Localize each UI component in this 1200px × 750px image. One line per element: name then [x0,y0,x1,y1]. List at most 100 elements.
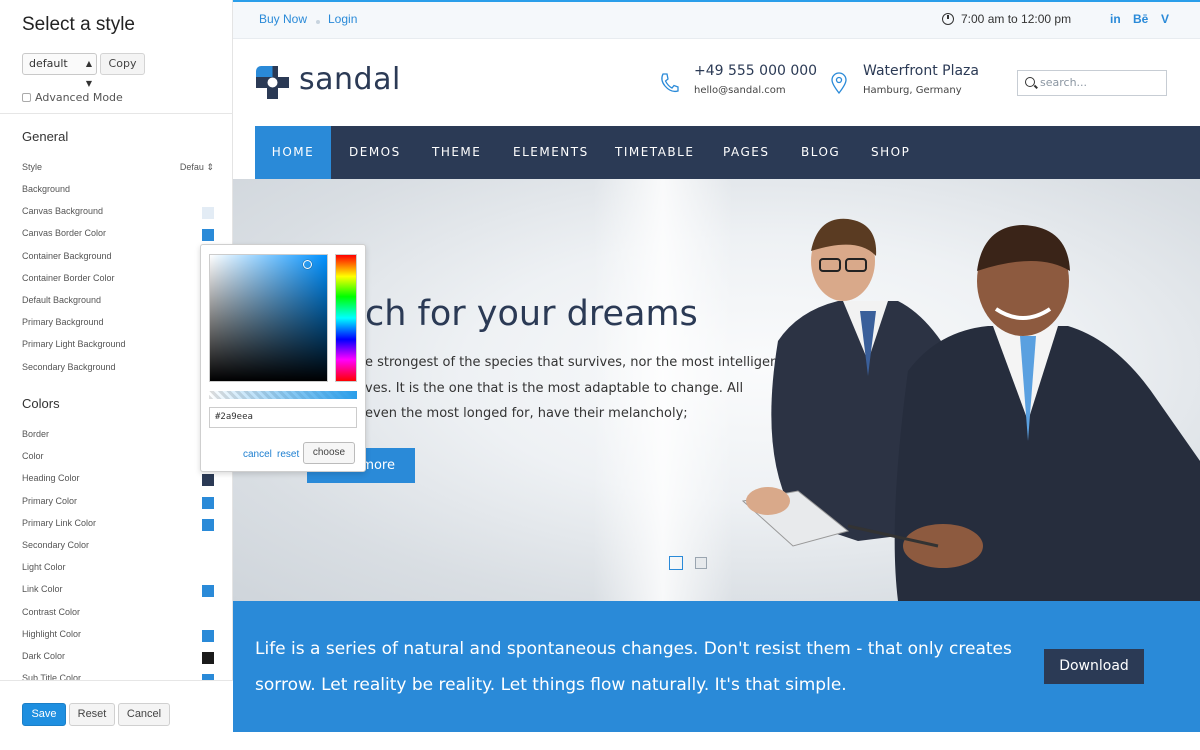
download-button[interactable]: Download [1044,649,1144,684]
colors-row[interactable]: Heading Color [22,473,214,487]
nav-item-theme[interactable]: THEME [432,126,481,179]
colors-row[interactable]: Light Color [22,562,214,576]
colors-row-label: Heading Color [22,473,80,484]
select-arrows-icon: ▲ ▼ [85,59,92,88]
colors-row[interactable]: Color [22,451,214,465]
colors-row[interactable]: Border [22,429,214,443]
general-row-label: Primary Background [22,317,104,328]
colors-row-label: Color [22,451,44,462]
search-placeholder: search... [1040,76,1088,89]
site-header: sandal +49 555 000 000 hello@sandal.com … [233,39,1200,126]
color-knob[interactable] [303,260,312,269]
general-row[interactable]: Primary Background [22,317,214,331]
general-row-label: Container Background [22,250,112,261]
color-swatch[interactable] [202,518,214,531]
hero-text-line-1: e strongest of the species that survives… [365,355,784,370]
colors-row[interactable]: Contrast Color [22,607,214,621]
hex-input[interactable]: #2a9eea [209,407,357,428]
colors-row-label: Border [22,429,50,439]
general-row[interactable]: Canvas Background [22,206,214,220]
colors-row[interactable]: Primary Link Color [22,518,214,532]
cancel-button[interactable]: Cancel [118,703,170,726]
general-row[interactable]: Canvas Border Color [22,228,214,242]
email-address[interactable]: hello@sandal.com [694,85,786,96]
color-swatch[interactable] [202,585,214,598]
logo-text[interactable]: sandal [299,62,401,97]
panel-title: Select a style [22,14,135,35]
style-select[interactable]: default ▲ ▼ [22,53,97,88]
advanced-mode-checkbox[interactable] [22,93,31,102]
main-navigation: HOME DEMOS THEME ELEMENTS TIMETABLE PAGE… [255,126,1200,179]
colors-row[interactable]: Dark Color [22,651,214,665]
nav-item-elements[interactable]: ELEMENTS [513,126,589,179]
buy-now-link[interactable]: Buy Now [259,12,307,26]
copy-button[interactable]: Copy [100,53,145,75]
reset-button[interactable]: Reset [69,703,115,726]
cta-banner: Life is a series of natural and spontane… [233,601,1200,732]
colors-row-label: Primary Color [22,495,78,506]
color-picker-popup: #2a9eea cancel reset choose [200,244,366,472]
save-button[interactable]: Save [22,703,66,726]
slider-dot-active[interactable] [669,556,683,570]
nav-item-pages[interactable]: PAGES [723,126,769,179]
nav-item-timetable[interactable]: TIMETABLE [615,126,694,179]
separator-dot [316,20,320,24]
login-link[interactable]: Login [328,12,357,26]
general-row[interactable]: Container Border Color [22,273,214,287]
location-city: Hamburg, Germany [863,85,962,96]
nav-item-home[interactable]: HOME [255,126,331,179]
color-swatch[interactable] [202,229,214,242]
colors-row-label: Contrast Color [22,606,81,617]
search-input[interactable]: search... [1017,70,1167,96]
divider [0,113,233,114]
slider-dot[interactable] [695,557,707,569]
colors-row-label: Link Color [22,584,63,595]
search-icon [1025,77,1035,87]
top-bar: Buy Now Login 7:00 am to 12:00 pm in Bē … [233,0,1200,39]
color-swatch[interactable] [202,474,214,487]
color-swatch[interactable] [202,652,214,664]
general-row[interactable]: Secondary Background [22,362,214,376]
general-row[interactable]: Default Background [22,295,214,309]
phone-icon [661,73,679,93]
colors-row-label: Primary Link Color [22,517,97,528]
businessmen-image [741,218,1200,601]
picker-reset-link[interactable]: reset [277,449,299,460]
colors-row-label: Highlight Color [22,628,82,639]
picker-cancel-link[interactable]: cancel [243,449,272,460]
nav-item-shop[interactable]: SHOP [871,126,910,179]
style-row-value[interactable]: Defau ⇕ [180,162,214,173]
phone-number[interactable]: +49 555 000 000 [694,63,817,79]
advanced-mode-label: Advanced Mode [35,91,123,104]
saturation-value-area[interactable] [209,254,328,382]
general-row-label: Secondary Background [22,361,116,372]
alpha-slider[interactable] [209,391,357,399]
general-row[interactable]: Container Background [22,251,214,265]
general-heading: General [22,129,69,144]
colors-row[interactable]: Secondary Color [22,540,214,554]
general-row-label: Canvas Background [22,206,104,217]
colors-row[interactable]: Primary Color [22,496,214,510]
style-switcher-panel: Select a style default ▲ ▼ Copy Advanced … [0,0,233,750]
colors-row-label: Light Color [22,562,66,573]
color-swatch[interactable] [202,496,214,509]
advanced-mode-toggle[interactable]: Advanced Mode [22,91,123,104]
linkedin-icon[interactable]: in [1110,12,1121,26]
logo-icon[interactable] [256,66,289,99]
hue-slider[interactable] [335,254,357,382]
colors-row[interactable]: Link Color [22,584,214,598]
general-row-label: Container Border Color [22,272,115,283]
nav-item-blog[interactable]: BLOG [801,126,840,179]
hero-text-line-2: ves. It is the one that is the most adap… [365,381,744,396]
general-row[interactable]: Primary Light Background [22,339,214,353]
nav-item-demos[interactable]: DEMOS [349,126,401,179]
behance-icon[interactable]: Bē [1133,12,1148,26]
colors-row[interactable]: Highlight Color [22,629,214,643]
colors-heading: Colors [22,396,60,411]
style-row[interactable]: Style Defau ⇕ [22,162,214,176]
picker-choose-button[interactable]: choose [303,442,355,464]
color-swatch[interactable] [202,629,214,642]
color-swatch[interactable] [202,207,214,220]
vine-icon[interactable]: V [1161,12,1169,26]
general-row[interactable]: Background [22,184,214,198]
